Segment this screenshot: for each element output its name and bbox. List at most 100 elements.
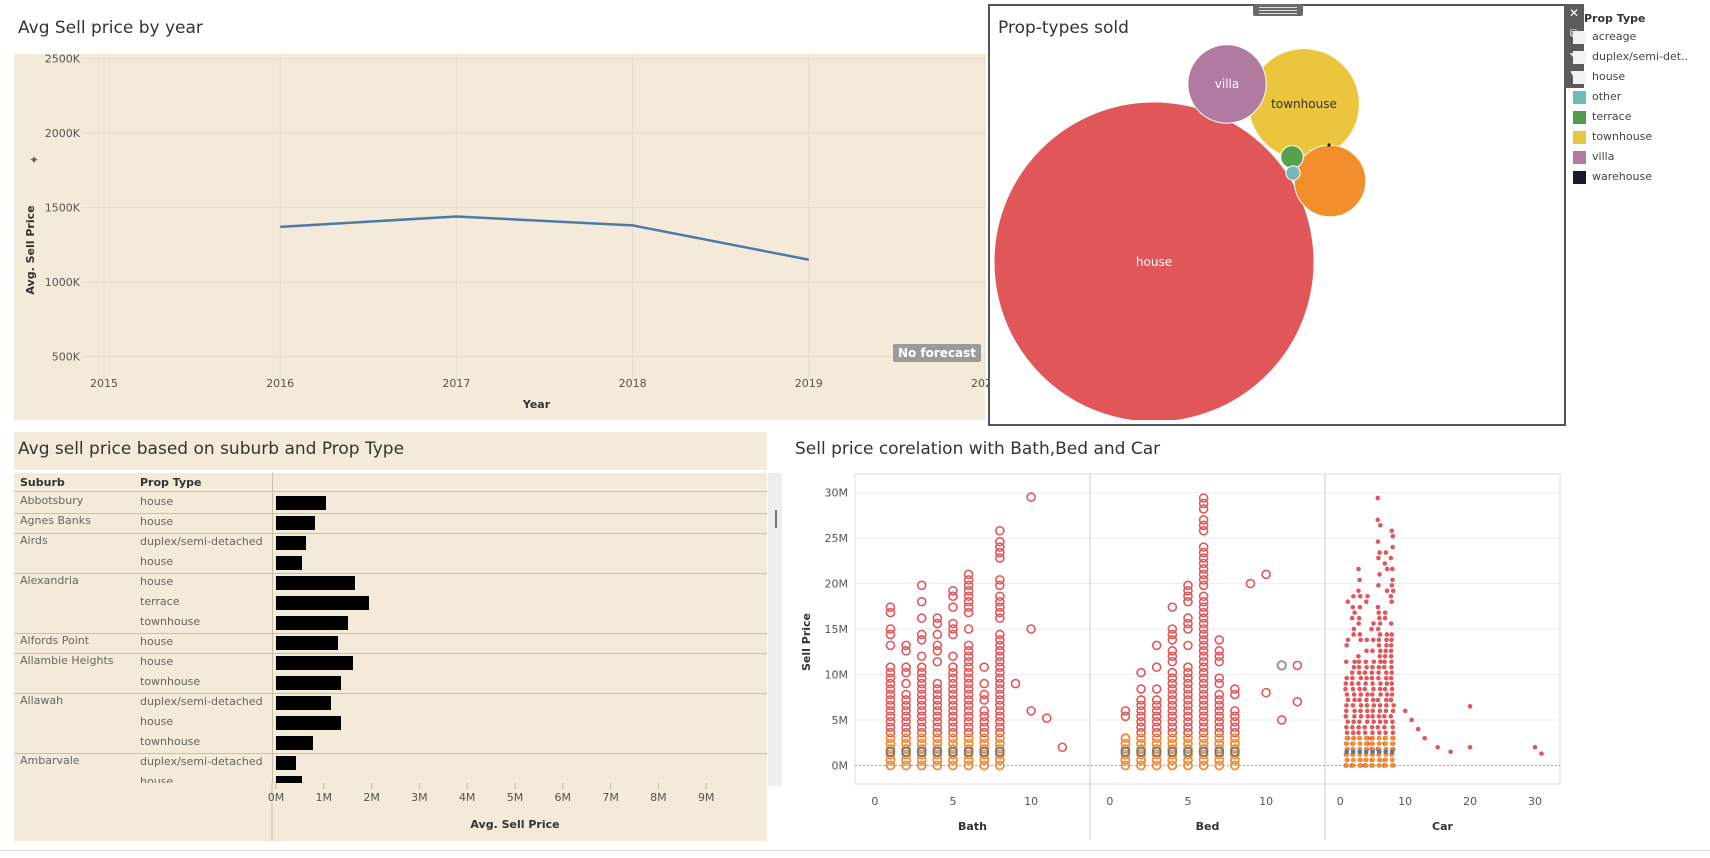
scatter-point[interactable] [1391,703,1396,708]
scatter-point[interactable] [1377,730,1382,736]
scatter-point[interactable] [1377,703,1383,708]
scatter-point[interactable] [1370,763,1376,768]
scatter-point[interactable] [1388,643,1394,648]
bubble[interactable] [1280,145,1304,169]
scatter-point[interactable] [1365,692,1370,697]
suburb-header[interactable]: Suburb [20,476,65,489]
scatter-point[interactable] [1388,621,1394,626]
bubble[interactable] [1285,165,1301,181]
scatter-point[interactable] [1376,637,1382,643]
scatter-point[interactable] [1357,577,1362,583]
scatter-point[interactable] [1358,692,1364,697]
scatter-point[interactable] [1349,681,1355,686]
scatter-point[interactable] [1357,749,1363,755]
scatter-point[interactable] [1383,763,1388,768]
scatter-point[interactable] [1388,653,1394,659]
close-icon[interactable]: ✕ [1564,6,1584,20]
scatter-point[interactable] [1422,735,1427,741]
scatter-point[interactable] [1376,741,1382,746]
bar[interactable] [276,596,370,610]
scatter-point[interactable] [1351,593,1356,599]
scatter-point[interactable] [1383,708,1389,714]
scatter-point[interactable] [1362,724,1368,730]
scatter-point[interactable] [1351,664,1357,670]
scatter-point[interactable] [1363,757,1369,763]
bar[interactable] [276,636,339,650]
scatter-point[interactable] [1378,692,1383,697]
scatter-point[interactable] [1402,708,1408,714]
bar[interactable] [276,716,341,730]
scatter-point[interactable] [1382,610,1388,615]
scatter-point[interactable] [1388,555,1394,561]
scatter-point[interactable] [1351,626,1357,632]
scatter-point[interactable] [1370,735,1376,741]
scatter-point[interactable] [1390,577,1395,583]
scatter-point[interactable] [1363,659,1369,665]
scatter-point[interactable] [1388,714,1394,719]
scatter-point[interactable] [1356,653,1361,659]
table-row[interactable]: Alfords Point house [14,633,767,653]
scatter-point[interactable] [1376,714,1382,719]
scatter-point[interactable] [1350,686,1356,692]
scatter-point[interactable] [1389,681,1395,686]
scatter-point[interactable] [1370,664,1375,670]
scatter-point[interactable] [1343,714,1349,719]
bubble[interactable] [1327,143,1331,147]
scatter-point[interactable] [1345,637,1351,643]
bar[interactable] [276,696,331,710]
scatter-point[interactable] [1376,757,1382,763]
scatter-point[interactable] [1390,719,1395,725]
scatter-point[interactable] [1389,757,1395,763]
scatter-point[interactable] [1382,659,1387,665]
scatter-point[interactable] [1344,735,1350,741]
scatter-point[interactable] [1389,749,1395,755]
scatter-point[interactable] [1351,632,1356,637]
scatter-point[interactable] [1539,751,1544,756]
scatter-point[interactable] [1390,724,1396,730]
table-row[interactable]: house [14,713,767,733]
scatter-point[interactable] [1358,714,1364,719]
table-row[interactable]: townhouse [14,733,767,753]
scatter-point[interactable] [1344,763,1350,768]
scatter-point[interactable] [1383,741,1388,746]
scatter-point[interactable] [1532,744,1538,750]
bar[interactable] [276,556,303,570]
scatter-point[interactable] [1389,566,1395,572]
scatter-point[interactable] [1467,744,1473,750]
scatter-point[interactable] [1382,724,1387,730]
scatter-point[interactable] [1377,621,1383,626]
scatter-point[interactable] [1375,517,1381,523]
scatter-point[interactable] [1364,719,1370,725]
scatter-point[interactable] [1357,632,1363,637]
scatter-point[interactable] [1415,726,1421,732]
scatter-point[interactable] [1345,719,1351,725]
scatter-point[interactable] [1381,714,1387,719]
scatter-point[interactable] [1376,749,1382,755]
scatter-point[interactable] [1370,648,1375,654]
bar[interactable] [276,496,327,510]
scatter-point[interactable] [1384,588,1390,594]
scatter-point[interactable] [1384,670,1389,675]
scatter-point[interactable] [1384,632,1390,637]
scatter-point[interactable] [1389,583,1395,588]
scatter-point[interactable] [1384,681,1390,686]
scatter-point[interactable] [1344,724,1349,730]
scatter-point[interactable] [1369,724,1375,730]
table-row[interactable]: Allambie Heights house [14,653,767,673]
scatter-point[interactable] [1383,697,1389,703]
scatter-point[interactable] [1344,741,1350,746]
scatter-point[interactable] [1357,604,1363,610]
scatter-point[interactable] [1369,675,1375,681]
scatter-point[interactable] [1376,763,1382,768]
scatter-point[interactable] [1382,686,1388,692]
scatter-point[interactable] [1344,703,1349,708]
scatter-point[interactable] [1383,757,1388,763]
scatter-point[interactable] [1358,637,1363,643]
scatter-point[interactable] [1344,643,1349,648]
bar[interactable] [276,516,316,530]
scatter-point[interactable] [1352,714,1357,719]
scatter-point[interactable] [1390,730,1396,736]
scatter-point[interactable] [1350,763,1356,768]
bubble[interactable] [1293,144,1367,218]
scatter-point[interactable] [1343,708,1349,714]
